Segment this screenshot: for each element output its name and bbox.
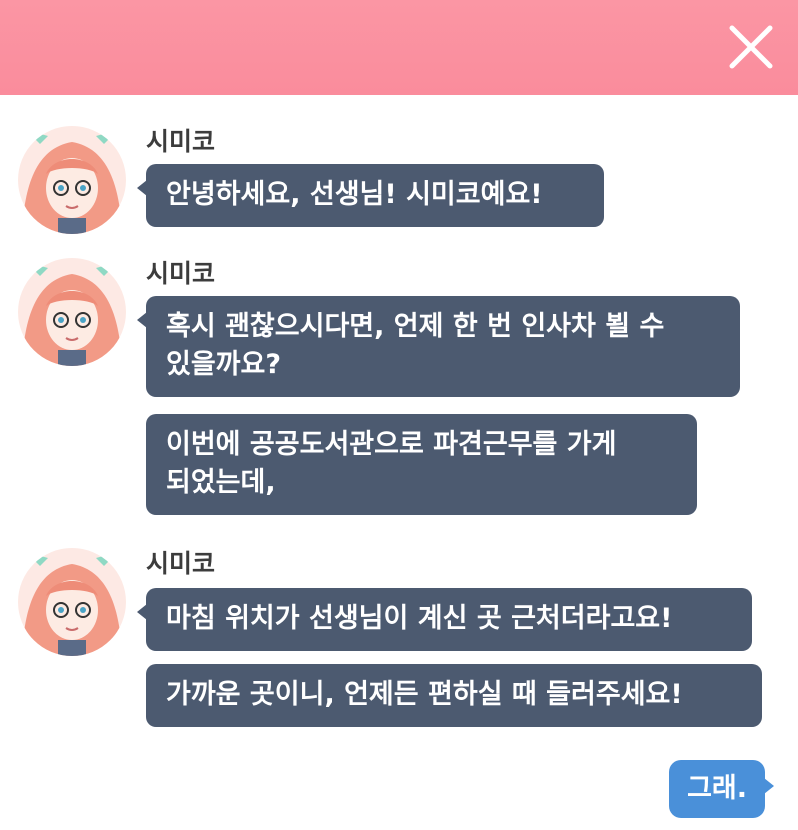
close-button[interactable] (726, 22, 776, 72)
reply-button[interactable]: 그래. (669, 760, 774, 818)
message-text: 안녕하세요, 선생님! 시미코예요! (166, 179, 543, 210)
sender-name: 시미코 (146, 127, 216, 156)
message-text: 있을까요? (166, 349, 282, 380)
message-text: 이번에 공공도서관으로 파견근무를 가게 (166, 429, 617, 460)
message-text: 가까운 곳이니, 언제든 편하실 때 들러주세요! (166, 679, 683, 710)
chat-header (0, 0, 798, 95)
message-text: 혹시 괜찮으시다면, 언제 한 번 인사차 뵐 수 (166, 311, 665, 342)
avatar[interactable] (18, 126, 126, 234)
sender-name: 시미코 (146, 259, 216, 288)
message-bubble[interactable]: 마침 위치가 선생님이 계신 곳 근처더라고요! (137, 588, 752, 651)
message-bubble[interactable]: 안녕하세요, 선생님! 시미코예요! (137, 164, 604, 227)
avatar[interactable] (18, 548, 126, 656)
character-portrait-icon (18, 258, 126, 366)
character-portrait-icon (18, 548, 126, 656)
message-text: 되었는데, (166, 467, 276, 498)
sender-name: 시미코 (146, 549, 216, 578)
character-portrait-icon (18, 126, 126, 234)
message-bubble[interactable]: 가까운 곳이니, 언제든 편하실 때 들러주세요! (146, 664, 762, 727)
close-icon (729, 25, 773, 69)
message-bubble[interactable]: 이번에 공공도서관으로 파견근무를 가게 되었는데, (146, 414, 697, 515)
message-text: 마침 위치가 선생님이 계신 곳 근처더라고요! (166, 603, 673, 634)
message-bubble[interactable]: 혹시 괜찮으시다면, 언제 한 번 인사차 뵐 수 있을까요? (137, 296, 740, 397)
avatar[interactable] (18, 258, 126, 366)
